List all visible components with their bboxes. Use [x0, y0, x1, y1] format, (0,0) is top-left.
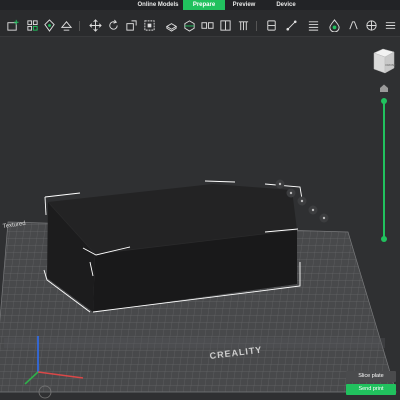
- toolbar-separator: [79, 21, 80, 31]
- support-paint-icon[interactable]: [236, 18, 250, 32]
- color-paint-icon[interactable]: [327, 18, 341, 32]
- move-icon[interactable]: [88, 18, 102, 32]
- slider-bottom-handle: [381, 236, 387, 242]
- orient-icon[interactable]: [42, 18, 56, 32]
- text-icon[interactable]: [306, 18, 320, 32]
- navigation-cube[interactable]: FRONT: [370, 47, 396, 77]
- toolbar: [0, 10, 400, 37]
- toolbar-separator: [256, 21, 257, 31]
- top-tab-bar: Online Models Prepare Preview Device: [0, 0, 400, 10]
- tab-preview[interactable]: Preview: [226, 0, 262, 10]
- scale-icon[interactable]: [124, 18, 138, 32]
- add-model-icon[interactable]: [5, 18, 19, 32]
- slider-track: [383, 101, 385, 238]
- layer-slider[interactable]: [375, 84, 393, 254]
- tab-device[interactable]: Device: [268, 0, 304, 10]
- cut-icon[interactable]: [182, 18, 196, 32]
- slice-plate-button[interactable]: Slice plate: [346, 371, 396, 382]
- auto-orient-icon[interactable]: [59, 18, 73, 32]
- measure-icon[interactable]: [284, 18, 298, 32]
- more-icon[interactable]: [383, 18, 397, 32]
- home-icon: [380, 84, 388, 92]
- bounding-box-icon[interactable]: [142, 18, 156, 32]
- split-parts-icon[interactable]: [218, 18, 232, 32]
- 3d-viewport[interactable]: Textured CREALITY: [0, 37, 400, 400]
- assembly-icon[interactable]: [364, 18, 378, 32]
- tab-prepare[interactable]: Prepare: [183, 0, 225, 10]
- variable-layer-icon[interactable]: [346, 18, 360, 32]
- lay-on-face-icon[interactable]: [164, 18, 178, 32]
- send-print-button[interactable]: Send print: [346, 384, 396, 395]
- rotate-icon[interactable]: [106, 18, 120, 32]
- tab-online-models[interactable]: Online Models: [132, 0, 184, 10]
- split-objects-icon[interactable]: [200, 18, 214, 32]
- navcube-face-label: FRONT: [386, 63, 396, 67]
- seam-paint-icon[interactable]: [264, 18, 278, 32]
- arrange-icon[interactable]: [25, 18, 39, 32]
